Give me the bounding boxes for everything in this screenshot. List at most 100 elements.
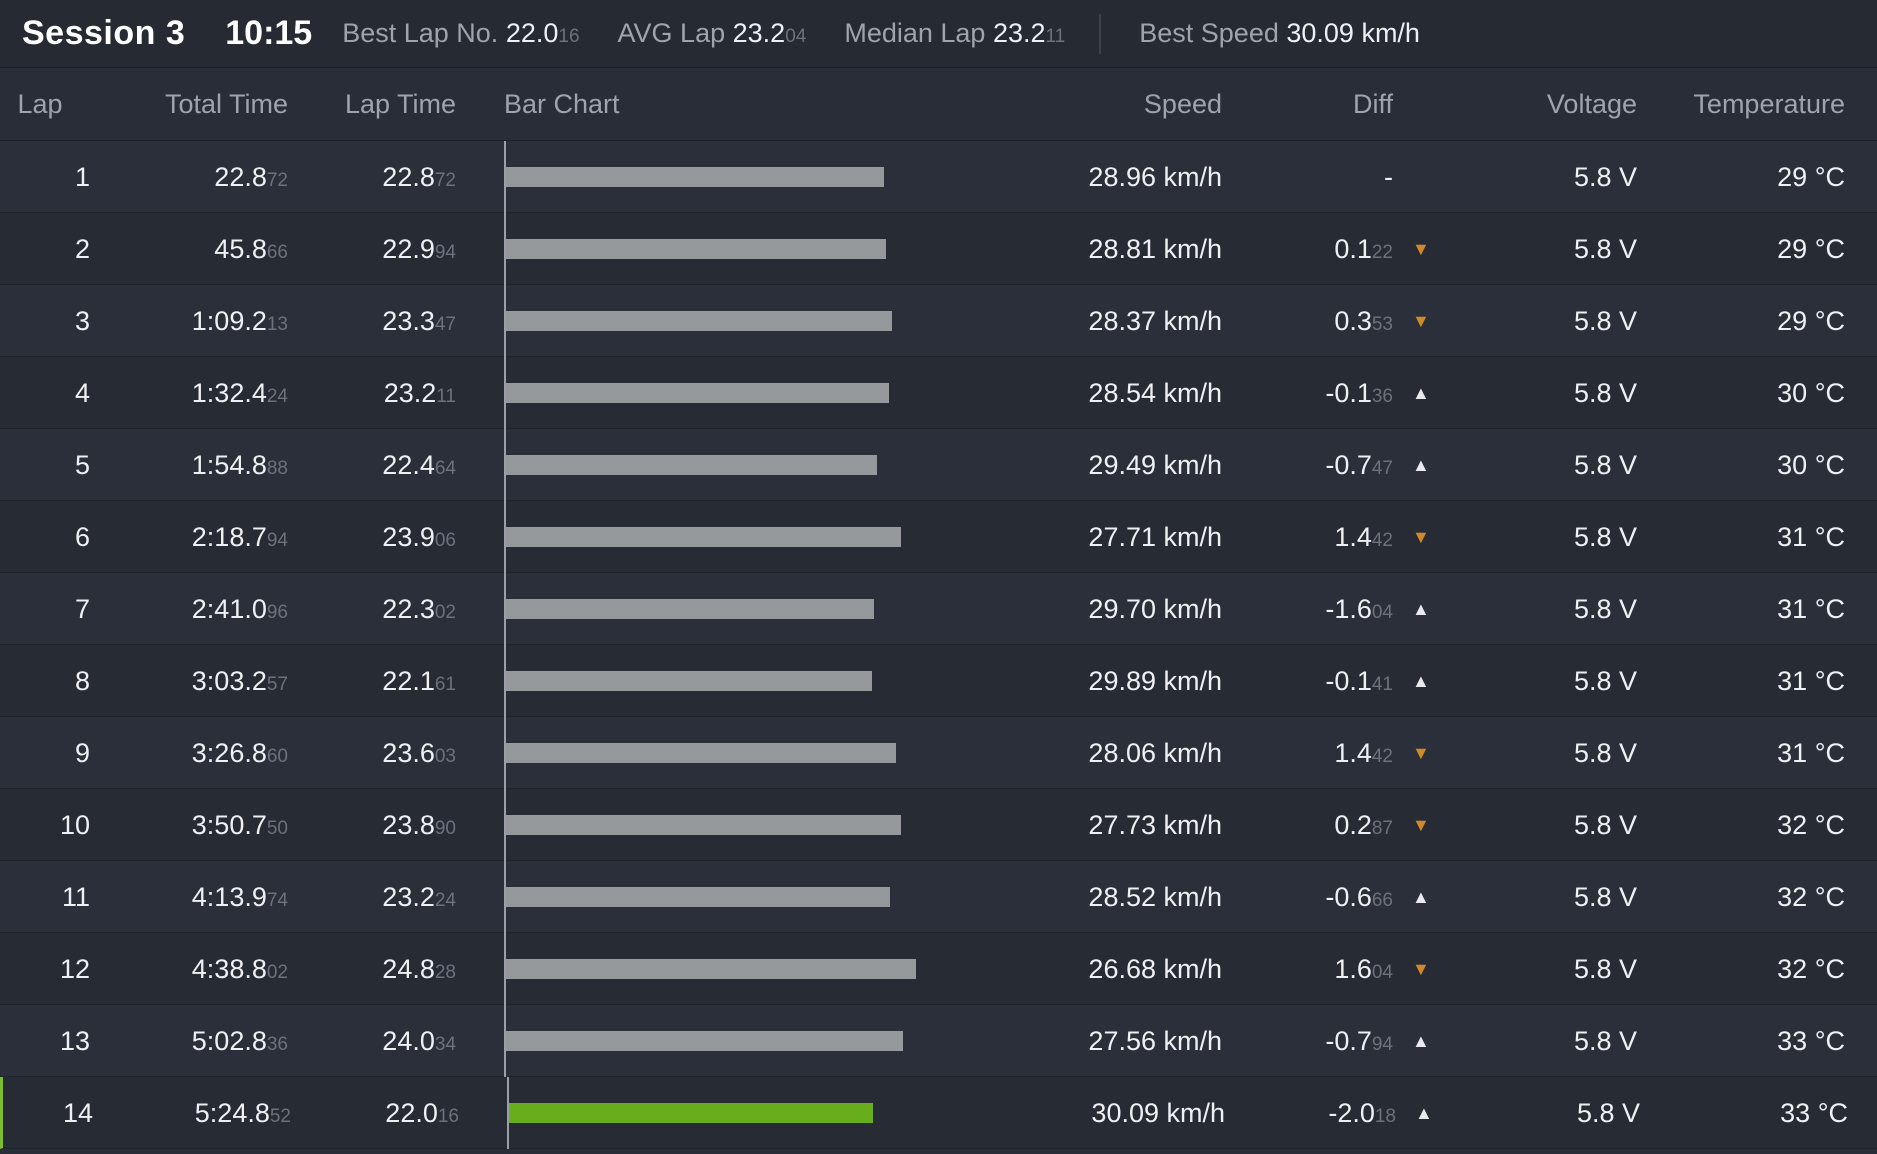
lap-number: 4 [74, 378, 90, 408]
diff: -2.018 [1233, 1077, 1396, 1149]
faster-triangle-icon: ▲ [1412, 671, 1430, 691]
faster-triangle-icon: ▲ [1412, 599, 1430, 619]
lap-row[interactable]: 8 3:03.257 22.161 29.89 km/h -0.141 ▲ 5.8 V 31 … [0, 645, 1877, 717]
lap-time-bar [506, 815, 901, 835]
median-lap-stat: Median Lap 23.211 [844, 18, 1065, 49]
lap-time-bar [506, 383, 889, 403]
diff-ms: 36 [1371, 386, 1393, 407]
lap-row[interactable]: 12 4:38.802 24.828 26.68 km/h 1.604 ▼ 5.8 V 32 … [0, 933, 1877, 1005]
lap-time-ms: 02 [434, 602, 456, 623]
voltage: 5.8 V [1573, 1026, 1637, 1056]
diff-value: 1.4 [1334, 522, 1372, 552]
best-lap-label: Best Lap No. [342, 18, 499, 48]
voltage: 5.8 V [1573, 738, 1637, 768]
speed: 27.56 km/h [1088, 1026, 1222, 1056]
lap-row[interactable]: 5 1:54.888 22.464 29.49 km/h -0.747 ▲ 5.8 V 30 … [0, 429, 1877, 501]
total-time-ms: 02 [266, 962, 288, 983]
lap-row[interactable]: 2 45.866 22.994 28.81 km/h 0.122 ▼ 5.8 V 29 °C [0, 213, 1877, 285]
lap-number: 13 [59, 1026, 90, 1056]
total-time-value: 5:02.8 [191, 1026, 267, 1056]
lap-row[interactable]: 3 1:09.213 23.347 28.37 km/h 0.353 ▼ 5.8 V 29 °… [0, 285, 1877, 357]
voltage: 5.8 V [1573, 594, 1637, 624]
total-time-value: 5:24.8 [194, 1098, 270, 1128]
column-header-lap[interactable]: Lap [0, 68, 80, 140]
lap-time-value: 22.9 [382, 234, 435, 264]
column-header-lap-time[interactable]: Lap Time [300, 68, 456, 140]
lap-row[interactable]: 7 2:41.096 22.302 29.70 km/h -1.604 ▲ 5.8 V 31 … [0, 573, 1877, 645]
lap-time-bar [506, 1031, 903, 1051]
diff: -0.747 [1230, 429, 1393, 501]
lap-row[interactable]: 1 22.872 22.872 28.96 km/h -5.8 V 29 °C [0, 141, 1877, 213]
lap-time-value: 23.2 [382, 882, 435, 912]
session-summary-bar: Session 3 10:15 Best Lap No. 22.016 AVG … [0, 0, 1877, 68]
lap-time-value: 22.0 [385, 1098, 438, 1128]
column-header-bar-chart[interactable]: Bar Chart [504, 68, 1024, 140]
lap-time-ms: 94 [434, 242, 456, 263]
lap-time: 22.872 [300, 141, 456, 213]
diff-ms: 42 [1371, 746, 1393, 767]
lap-time: 23.211 [300, 357, 456, 429]
temperature: 32 °C [1777, 810, 1845, 840]
lap-row[interactable]: 14 5:24.852 22.016 30.09 km/h -2.018 ▲ 5.8 V 33… [0, 1077, 1877, 1149]
lap-time: 23.906 [300, 501, 456, 573]
header-divider [1099, 13, 1102, 54]
lap-time-ms: 90 [434, 818, 456, 839]
voltage: 5.8 V [1576, 1098, 1640, 1128]
total-time-ms: 50 [266, 818, 288, 839]
lap-time: 22.016 [303, 1077, 459, 1149]
total-time-ms: 72 [266, 170, 288, 191]
faster-triangle-icon: ▲ [1412, 383, 1430, 403]
column-header-temperature[interactable]: Temperature [1650, 68, 1845, 140]
total-time: 2:18.794 [120, 501, 288, 573]
diff-ms: 22 [1371, 242, 1393, 263]
diff-value: 1.6 [1334, 954, 1372, 984]
lap-time-ms: 06 [434, 530, 456, 551]
lap-row[interactable]: 4 1:32.424 23.211 28.54 km/h -0.136 ▲ 5.8 V 30 … [0, 357, 1877, 429]
lap-time-bar [506, 599, 874, 619]
total-time: 1:09.213 [120, 285, 288, 357]
temperature: 33 °C [1780, 1098, 1848, 1128]
lap-row[interactable]: 9 3:26.860 23.603 28.06 km/h 1.442 ▼ 5.8 V 31 °… [0, 717, 1877, 789]
total-time: 3:03.257 [120, 645, 288, 717]
lap-time-bar [509, 1103, 873, 1123]
total-time: 1:32.424 [120, 357, 288, 429]
column-header-voltage[interactable]: Voltage [1450, 68, 1637, 140]
lap-number: 1 [74, 162, 90, 192]
column-header-speed[interactable]: Speed [1000, 68, 1222, 140]
lap-row[interactable]: 13 5:02.836 24.034 27.56 km/h -0.794 ▲ 5.8 V 33… [0, 1005, 1877, 1077]
lap-time-ms: 16 [437, 1106, 459, 1127]
diff-ms: 41 [1371, 674, 1393, 695]
total-time-ms: 24 [266, 386, 288, 407]
best-speed-label: Best Speed [1139, 18, 1279, 48]
lap-time: 22.161 [300, 645, 456, 717]
temperature: 32 °C [1777, 882, 1845, 912]
lap-time-bar [506, 671, 872, 691]
speed: 28.37 km/h [1088, 306, 1222, 336]
lap-number: 8 [74, 666, 90, 696]
lap-row[interactable]: 11 4:13.974 23.224 28.52 km/h -0.666 ▲ 5.8 V 32… [0, 861, 1877, 933]
diff-ms: 04 [1371, 962, 1393, 983]
total-time-ms: 52 [269, 1106, 291, 1127]
avg-lap-value: 23.2 [732, 18, 786, 48]
best-lap-value: 22.0 [505, 18, 559, 48]
total-time: 4:38.802 [120, 933, 288, 1005]
diff-ms: 94 [1371, 1034, 1393, 1055]
lap-time-value: 22.8 [382, 162, 435, 192]
lap-row[interactable]: 6 2:18.794 23.906 27.71 km/h 1.442 ▼ 5.8 V 31 °… [0, 501, 1877, 573]
lap-number: 11 [61, 882, 90, 912]
voltage: 5.8 V [1573, 522, 1637, 552]
speed: 30.09 km/h [1091, 1098, 1225, 1128]
total-time: 1:54.888 [120, 429, 288, 501]
lap-time-ms: 11 [436, 386, 456, 407]
lap-row[interactable]: 10 3:50.750 23.890 27.73 km/h 0.287 ▼ 5.8 V 32 … [0, 789, 1877, 861]
total-time-value: 45.8 [214, 234, 267, 264]
total-time-value: 3:03.2 [191, 666, 267, 696]
lap-time-value: 22.1 [382, 666, 435, 696]
diff-ms: 53 [1371, 314, 1393, 335]
diff-value: -0.1 [1325, 378, 1372, 408]
lap-number: 10 [59, 810, 90, 840]
lap-time-ms: 47 [434, 314, 456, 335]
column-header-diff[interactable]: Diff [1230, 68, 1393, 140]
best-lap-ms: 16 [558, 26, 580, 47]
column-header-total-time[interactable]: Total Time [120, 68, 288, 140]
